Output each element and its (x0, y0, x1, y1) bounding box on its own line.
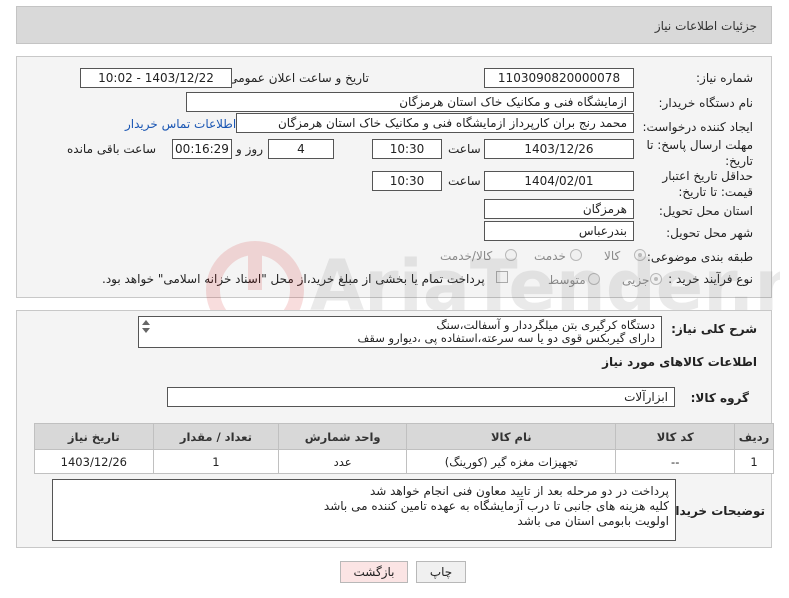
goods-section-title: اطلاعات کالاهای مورد نیاز (602, 355, 757, 369)
row-cell: 1403/12/26 (34, 449, 154, 474)
city-label: شهر محل تحویل: (666, 226, 753, 240)
description-line: دارای گیربکس قوی دو یا سه سرعته،استفاده … (357, 331, 655, 345)
category-goods-label: کالا (604, 249, 621, 263)
notes-line: کلیه هزینه های جانبی تا درب آزمایشگاه به… (323, 499, 669, 513)
price-validity-label: حداقل تاریخ اعتبار قیمت: تا تاریخ: (662, 169, 753, 199)
goods-group-field: ابزارآلات (167, 387, 675, 407)
col-row: ردیف (734, 423, 774, 450)
col-date: تاریخ نیاز (34, 423, 154, 450)
table-row[interactable]: 1 -- تجهیزات مغزه گیر (کورینگ) عدد 1 140… (34, 449, 774, 474)
price-time-label: ساعت (448, 174, 481, 188)
purchase-partial-radio[interactable] (650, 273, 662, 285)
category-goods-service-radio[interactable] (505, 249, 517, 261)
need-number-field: 1103090820000078 (484, 68, 634, 88)
row-cell: تجهیزات مغزه گیر (کورینگ) (406, 449, 617, 474)
buyer-notes-box: پرداخت در دو مرحله بعد از تایید معاون فن… (52, 479, 676, 541)
purchase-partial-label: جزیی (622, 273, 650, 287)
notes-line: پرداخت در دو مرحله بعد از تایید معاون فن… (369, 484, 669, 498)
requester-label: ایجاد کننده درخواست: (642, 120, 753, 134)
description-textarea[interactable]: دستگاه کرگیری بتن میلگرددار و آسفالت،سنگ… (138, 316, 662, 348)
notes-line: اولویت بابومی استان می باشد (517, 514, 669, 528)
need-number-label: شماره نیاز: (696, 71, 753, 85)
category-service-radio[interactable] (570, 249, 582, 261)
col-unit: واحد شمارش (278, 423, 408, 450)
purchase-type-label: نوع فرآیند خرید : (668, 272, 753, 286)
items-table: ردیف کد کالا نام کالا واحد شمارش تعداد /… (34, 423, 774, 474)
city-field: بندرعباس (484, 221, 634, 241)
goods-group-label: گروه کالا: (690, 391, 749, 405)
requester-field: محمد رنج بران کارپرداز ازمایشگاه فنی و م… (236, 113, 634, 133)
category-goods-radio[interactable] (634, 249, 646, 261)
purchase-medium-radio[interactable] (588, 273, 600, 285)
category-goods-service-label: کالا/خدمت (440, 249, 493, 263)
row-cell: 1 (734, 449, 774, 474)
back-button[interactable]: بازگشت (340, 561, 408, 583)
treasury-payment-note: پرداخت تمام یا بخشی از مبلغ خرید،از محل … (102, 272, 485, 286)
price-validity-time: 10:30 (372, 171, 442, 191)
print-button[interactable]: چاپ (416, 561, 466, 583)
col-code: کد کالا (615, 423, 735, 450)
row-cell: 1 (152, 449, 280, 474)
buyer-org-field: ازمایشگاه فنی و مکانیک خاک استان هرمزگان (186, 92, 634, 112)
province-label: استان محل تحویل: (658, 204, 753, 218)
buyer-org-label: نام دستگاه خریدار: (658, 96, 754, 110)
reply-deadline-date: 1403/12/26 (484, 139, 634, 159)
treasury-payment-checkbox[interactable] (496, 271, 508, 283)
col-name: نام کالا (406, 423, 617, 450)
buyer-notes-label: توضیحات خریدار: (663, 504, 765, 518)
category-label: طبقه بندی موضوعی: (646, 250, 753, 264)
province-field: هرمزگان (484, 199, 634, 219)
category-service-label: خدمت (534, 249, 566, 263)
col-qty: تعداد / مقدار (152, 423, 280, 450)
page-title: جزئیات اطلاعات نیاز (654, 19, 757, 33)
table-header-row: ردیف کد کالا نام کالا واحد شمارش تعداد /… (34, 423, 774, 450)
reply-days-field: 4 (268, 139, 334, 159)
purchase-medium-label: متوسط (548, 273, 586, 287)
row-cell: عدد (278, 449, 408, 474)
announce-datetime-field: 1403/12/22 - 10:02 (80, 68, 232, 88)
description-label: شرح کلی نیاز: (671, 322, 757, 336)
reply-time-label: ساعت (448, 142, 481, 156)
buyer-contact-link[interactable]: اطلاعات تماس خریدار (125, 117, 236, 131)
remaining-time-field: 00:16:29 (172, 139, 232, 159)
reply-deadline-time: 10:30 (372, 139, 442, 159)
reply-days-label: روز و (236, 142, 263, 156)
price-validity-date: 1404/02/01 (484, 171, 634, 191)
row-cell: -- (615, 449, 735, 474)
scroll-up-icon[interactable] (142, 320, 150, 325)
announce-datetime-label: تاریخ و ساعت اعلان عمومی: (224, 71, 369, 85)
page-header: جزئیات اطلاعات نیاز (16, 6, 772, 44)
scroll-down-icon[interactable] (142, 328, 150, 333)
reply-deadline-label: مهلت ارسال پاسخ: تا تاریخ: (646, 138, 753, 168)
remaining-time-label: ساعت باقی مانده (67, 142, 157, 156)
